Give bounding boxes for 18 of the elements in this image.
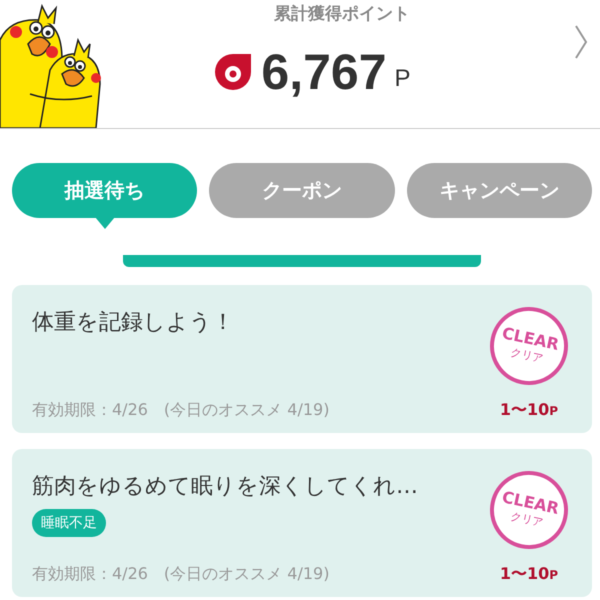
tab[interactable]: キャンペーン bbox=[406, 163, 592, 218]
tab[interactable]: クーポン bbox=[209, 163, 395, 218]
tab-pointer-icon bbox=[94, 217, 115, 229]
reward-points: 1〜10P bbox=[500, 564, 558, 585]
chevron-right-icon[interactable] bbox=[574, 24, 588, 60]
reward-points: 1〜10P bbox=[500, 400, 558, 421]
header-title: 累計獲得ポイント bbox=[274, 3, 410, 25]
mission-card[interactable]: 体重を記録しよう！ 有効期限：4/26 (今日のオススメ 4/19) CLEAR クリア 1〜10P bbox=[12, 285, 592, 433]
tab[interactable]: 抽選待ち bbox=[12, 163, 198, 218]
expiry-date: 有効期限：4/26 (今日のオススメ 4/19) bbox=[32, 399, 330, 421]
points-unit: P bbox=[394, 65, 411, 93]
mission-title: 体重を記録しよう！ bbox=[32, 309, 234, 337]
points-value: 6,767 bbox=[261, 43, 387, 101]
category-tag: 睡眠不足 bbox=[32, 509, 106, 537]
mission-title: 筋肉をゆるめて眠りを深くしてくれ… bbox=[32, 473, 418, 501]
mission-card[interactable]: 筋肉をゆるめて眠りを深くしてくれ… 睡眠不足 有効期限：4/26 (今日のオススメ 4/19) CLEAR クリア 1〜10P bbox=[12, 449, 592, 597]
point-logo-icon bbox=[213, 52, 254, 92]
expiry-date: 有効期限：4/26 (今日のオススメ 4/19) bbox=[32, 563, 330, 585]
